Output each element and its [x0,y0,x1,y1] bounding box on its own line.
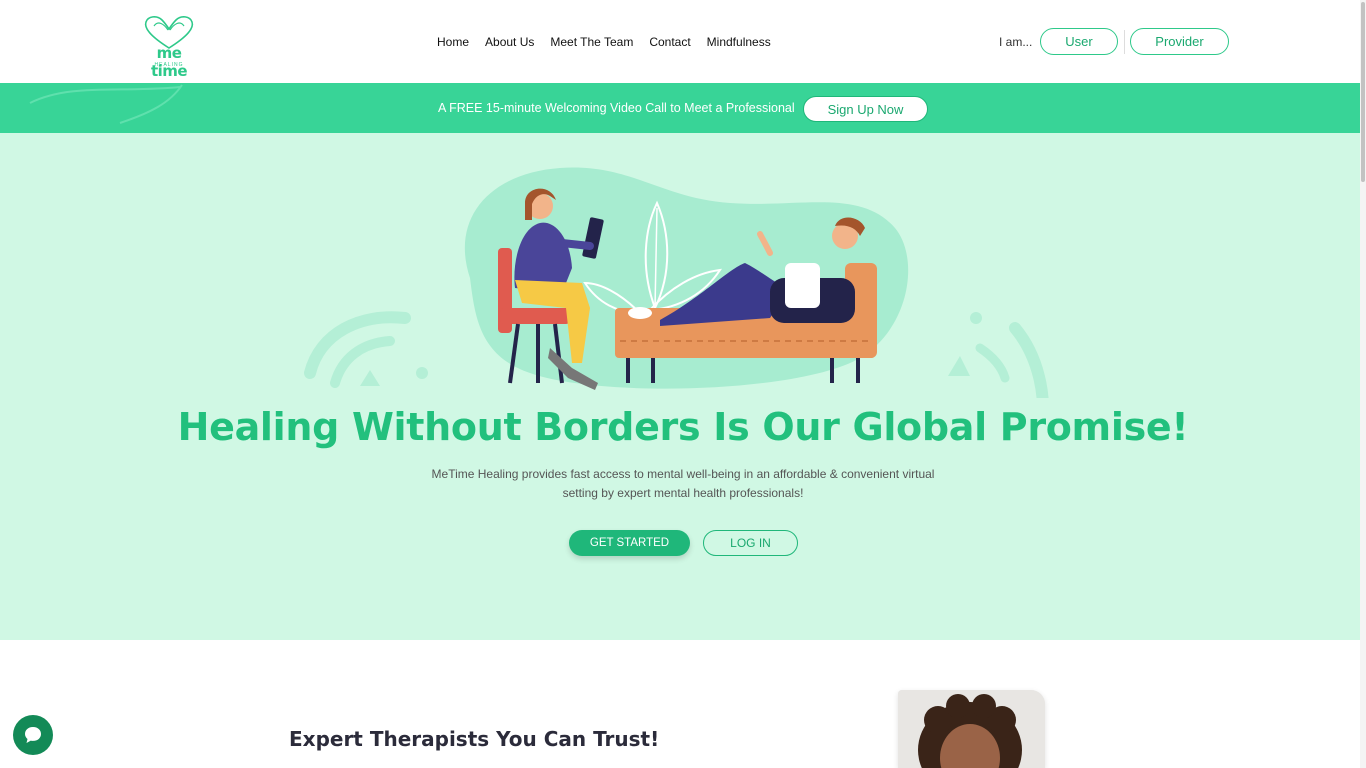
hero-description-line-1: MeTime Healing provides fast access to m… [431,467,935,481]
sign-up-now-button[interactable]: Sign Up Now [803,96,928,122]
brand-logo[interactable]: me time HEALING [134,14,204,80]
site-header: me time HEALING Home About Us Meet The T… [0,0,1366,83]
account-type-prompt: I am... [999,35,1033,49]
get-started-button[interactable]: GET STARTED [569,530,690,556]
therapist-photo [898,690,1045,768]
brand-tagline: HEALING [154,62,184,68]
chat-icon [25,727,41,743]
hero-description-line-2: setting by expert mental health professi… [562,486,804,500]
account-divider [1124,30,1125,54]
banner-text: A FREE 15-minute Welcoming Video Call to… [438,101,795,115]
user-button[interactable]: User [1040,28,1118,55]
hero-section: Healing Without Borders Is Our Global Pr… [0,133,1366,640]
nav-contact[interactable]: Contact [649,35,690,49]
hero-title: Healing Without Borders Is Our Global Pr… [177,405,1189,449]
banner-decoration [29,84,183,124]
main-nav: Home About Us Meet The Team Contact Mind… [437,35,787,49]
nav-mindfulness[interactable]: Mindfulness [707,35,771,49]
hero-description: MeTime Healing provides fast access to m… [420,465,946,503]
page-scrollbar-thumb[interactable] [1361,2,1365,182]
chat-widget-button[interactable] [13,715,53,755]
nav-about-us[interactable]: About Us [485,35,534,49]
log-in-button[interactable]: LOG IN [703,530,798,556]
provider-button[interactable]: Provider [1130,28,1229,55]
nav-meet-the-team[interactable]: Meet The Team [550,35,633,49]
nav-home[interactable]: Home [437,35,469,49]
experts-heading: Expert Therapists You Can Trust! [289,727,660,751]
therapy-illustration [304,167,1049,398]
promo-banner: A FREE 15-minute Welcoming Video Call to… [0,83,1366,133]
